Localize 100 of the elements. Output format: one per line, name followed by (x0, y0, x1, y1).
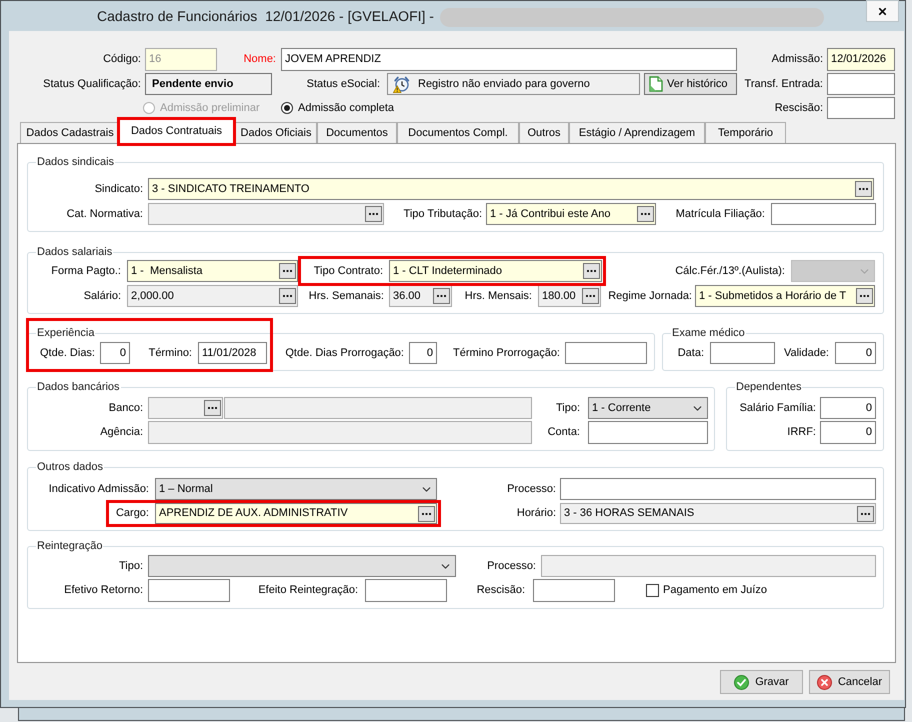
text-field[interactable]: 12/01/2026 (827, 48, 895, 71)
text-field[interactable] (710, 342, 775, 364)
lookup-button[interactable] (857, 506, 874, 522)
group-title: Dados bancários (36, 380, 121, 394)
field-label: Processo: (507, 482, 556, 497)
field-label: Efeito Reintegração: (258, 583, 358, 598)
tab[interactable]: Dados Cadastrais (20, 122, 120, 143)
field-label: Status Qualificação: (43, 76, 141, 92)
field-label: Admissão: (772, 52, 823, 68)
field-label: Qtde. Dias Prorrogação: (285, 346, 404, 361)
text-field[interactable] (148, 579, 230, 602)
text-field[interactable] (771, 203, 876, 225)
field-label: Salário: (84, 288, 121, 304)
history-button[interactable]: Ver histórico (644, 73, 737, 95)
checkbox-option[interactable]: Pagamento em Juízo (646, 579, 767, 602)
lookup-field[interactable]: 180.00 (538, 285, 601, 307)
field-label: Status eSocial: (306, 76, 380, 92)
tab[interactable]: Dados Oficiais (235, 122, 317, 143)
field-label: Salário Família: (740, 400, 816, 416)
text-field[interactable]: 11/01/2028 (198, 342, 267, 364)
dropdown[interactable]: 1 – Normal (155, 478, 437, 500)
lookup-field[interactable]: 1 - Submetidos a Horário de T (695, 285, 875, 307)
lookup-button[interactable] (855, 181, 872, 197)
text-field[interactable] (148, 421, 532, 444)
field-label: Cargo: (116, 506, 149, 522)
tab[interactable]: Documentos Compl. (397, 122, 519, 143)
dropdown[interactable]: 1 - Corrente (588, 397, 708, 419)
radio-option[interactable]: Admissão completa (281, 97, 402, 119)
tab[interactable]: Temporário (705, 122, 786, 143)
field-label: Tipo: (118, 558, 143, 574)
lookup-button[interactable] (418, 506, 435, 522)
lookup-field[interactable] (148, 203, 384, 225)
field-label: Processo: (487, 558, 536, 574)
text-field[interactable]: 0 (100, 342, 130, 364)
text-field[interactable] (533, 579, 615, 602)
field-label: Conta: (548, 425, 580, 440)
field-label: Transf. Entrada: (744, 76, 823, 92)
field-label: Sindicato: (94, 182, 143, 197)
field-label: Data: (678, 346, 704, 361)
cancel-button[interactable]: Cancelar (809, 670, 890, 694)
group-title: Dependentes (735, 380, 802, 394)
text-field[interactable] (827, 97, 895, 119)
field-label: IRRF: (787, 425, 816, 440)
close-button[interactable] (866, 0, 899, 22)
group-title: Dados salariais (36, 245, 114, 259)
close-icon (877, 6, 888, 16)
document-icon (649, 76, 663, 92)
lookup-button[interactable] (279, 263, 296, 279)
tab[interactable]: Outros (519, 122, 569, 143)
text-field[interactable] (224, 397, 532, 419)
lookup-field[interactable]: 36.00 (389, 285, 452, 307)
lookup-button[interactable] (204, 400, 221, 416)
lookup-button[interactable] (365, 206, 382, 222)
text-field[interactable]: 0 (409, 342, 437, 364)
field-label: Efetivo Retorno: (64, 583, 143, 598)
x-circle-icon (816, 674, 832, 690)
lookup-field[interactable] (148, 397, 223, 419)
text-field[interactable] (560, 478, 876, 500)
text-field[interactable]: 0 (820, 421, 876, 444)
text-field[interactable] (827, 73, 895, 95)
field-label: Hrs. Semanais: (308, 288, 384, 304)
field-label: Banco: (108, 400, 143, 416)
lookup-button[interactable] (856, 288, 873, 304)
lookup-field[interactable]: 3 - SINDICATO TREINAMENTO (148, 178, 874, 200)
group-title: Exame médico (671, 326, 746, 340)
lookup-button[interactable] (433, 288, 450, 304)
save-button[interactable]: Gravar (720, 670, 803, 694)
lookup-button[interactable] (637, 206, 654, 222)
text-field[interactable]: JOVEM APRENDIZ (281, 48, 737, 71)
tab[interactable]: Documentos (317, 122, 397, 143)
lookup-field[interactable]: APRENDIZ DE AUX. ADMINISTRATIV (155, 503, 437, 524)
lookup-button[interactable] (582, 288, 599, 304)
lookup-field[interactable]: 1 - Mensalista (127, 260, 298, 282)
lookup-button[interactable] (583, 263, 600, 279)
text-field[interactable] (588, 421, 708, 444)
lookup-field[interactable]: 1 - Já Contribui este Ano (486, 203, 656, 225)
text-field[interactable] (541, 555, 876, 577)
text-field[interactable]: 0 (835, 342, 876, 364)
text-field[interactable] (565, 342, 647, 364)
field-label: Matrícula Filiação: (676, 206, 765, 222)
field-label: Validade: (784, 346, 829, 361)
checkbox[interactable] (646, 584, 659, 597)
field-label: Cat. Normativa: (66, 206, 143, 222)
status-field: Pendente envio (145, 73, 272, 95)
field-label: Rescisão: (476, 583, 525, 598)
lookup-field[interactable]: 2,000.00 (127, 285, 298, 307)
field-label: Rescisão: (774, 100, 823, 116)
lookup-field[interactable]: 3 - 36 HORAS SEMANAIS (560, 503, 876, 524)
status-field: Registro não enviado para governo (387, 73, 640, 95)
dropdown[interactable] (148, 555, 456, 577)
lookup-button[interactable] (279, 288, 296, 304)
lookup-field[interactable]: 1 - CLT Indeterminado (389, 260, 602, 282)
clock-warning-icon (393, 76, 410, 92)
field-label: Término Prorrogação: (453, 346, 560, 361)
field-label: Tipo Tributação: (404, 206, 482, 222)
text-field[interactable] (365, 579, 447, 602)
field-label: Regime Jornada: (608, 288, 692, 304)
field-label: Tipo: (556, 400, 580, 416)
text-field[interactable]: 0 (820, 397, 876, 419)
tab[interactable]: Estágio / Aprendizagem (569, 122, 705, 143)
